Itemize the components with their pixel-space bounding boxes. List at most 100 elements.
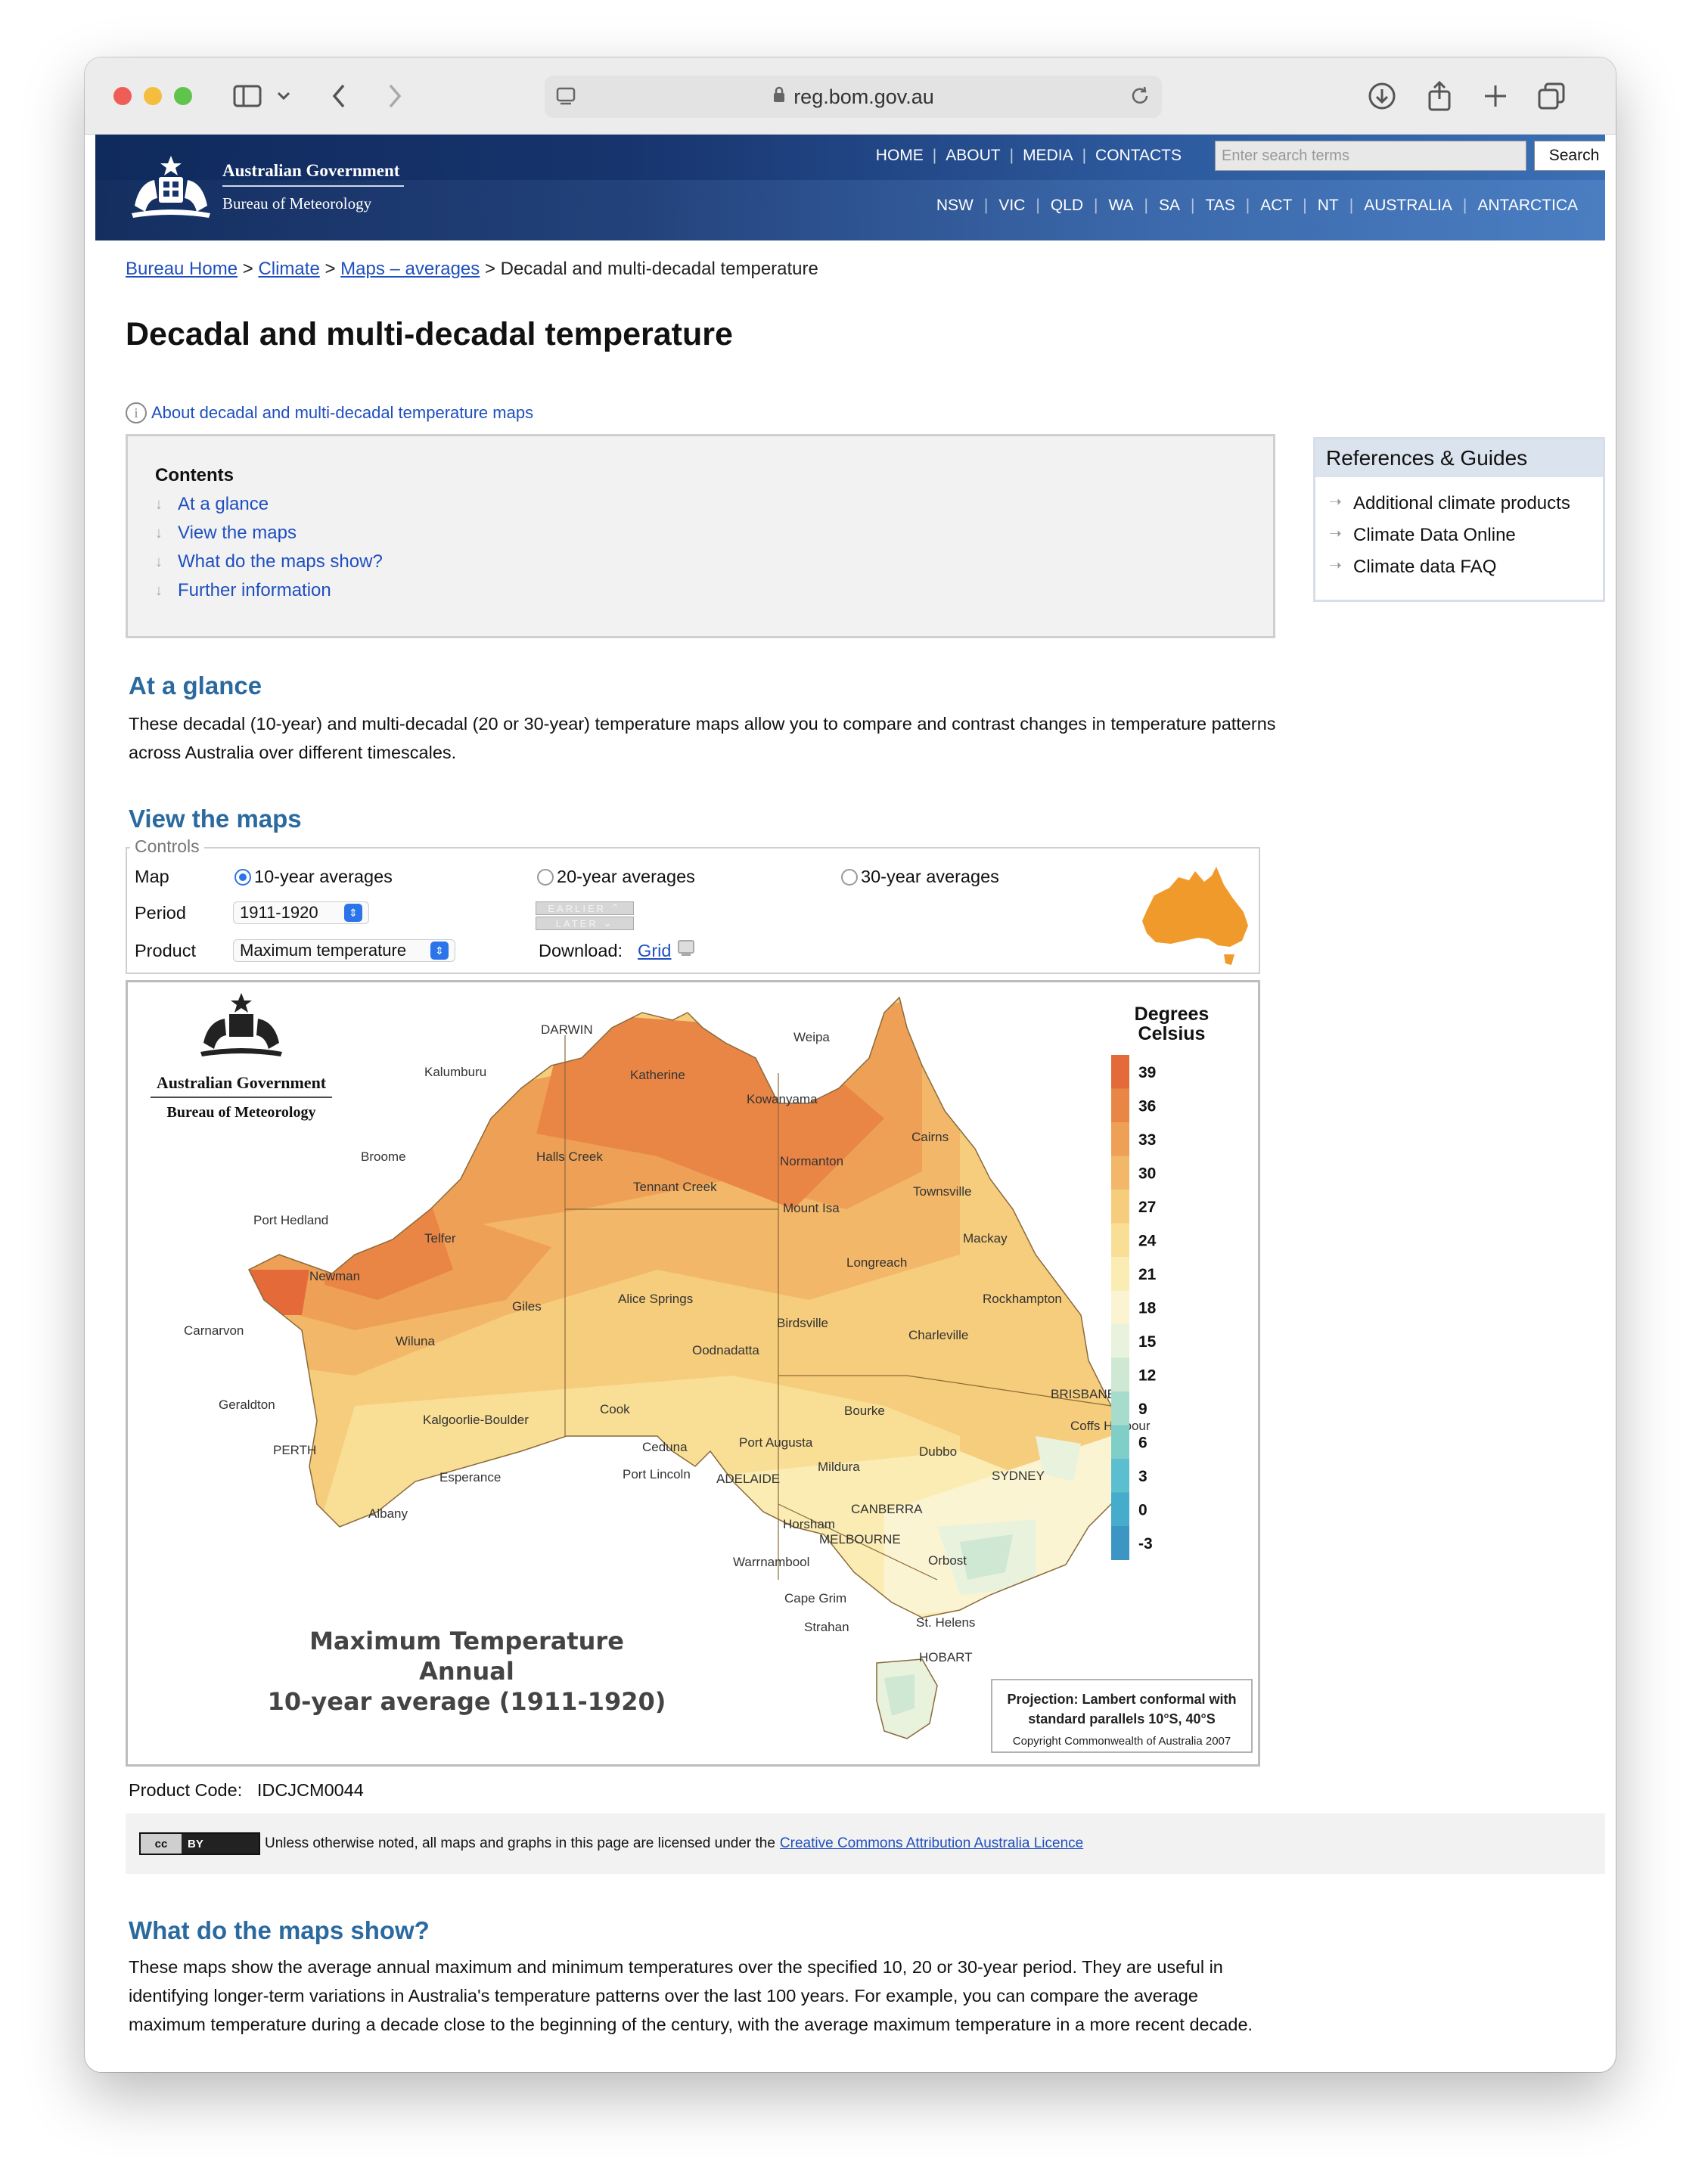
state-nav: NSW | VIC | QLD | WA | SA | TAS | ACT | NT | AUS… [936, 197, 1578, 215]
earlier-button[interactable]: EARLIER ⌃ [536, 901, 634, 915]
download-icon[interactable] [1363, 77, 1401, 115]
legend-value: 12 [1138, 1367, 1156, 1385]
place-label: Port Hedland [253, 1213, 328, 1227]
place-label: Port Lincoln [623, 1467, 691, 1481]
breadcrumb-maps-averages[interactable]: Maps – averages [340, 259, 480, 279]
forward-icon[interactable] [380, 77, 410, 115]
nav-act[interactable]: ACT [1260, 197, 1292, 215]
reload-icon[interactable] [1129, 85, 1151, 113]
place-label: Kalgoorlie-Boulder [423, 1413, 529, 1427]
ref-additional-products[interactable]: ➝ Additional climate products [1315, 488, 1603, 520]
zoom-window-button[interactable] [174, 87, 192, 105]
place-label: Rockhampton [983, 1292, 1062, 1306]
chevron-down-icon[interactable] [272, 77, 295, 115]
map-title-1: Maximum Temperature [309, 1627, 624, 1655]
projection-line-2: standard parallels 10°S, 40°S [1028, 1711, 1216, 1726]
product-select[interactable]: Maximum temperature ⇕ [233, 939, 455, 962]
legend-swatch [1111, 1190, 1129, 1224]
place-label: Warrnambool [733, 1555, 809, 1569]
place-label: Broome [361, 1149, 406, 1164]
contents-box: Contents ↓ At a glance ↓ View the maps ↓ Wh… [126, 434, 1275, 638]
about-maps-link[interactable]: i About decadal and multi-decadal temper… [126, 402, 533, 423]
page-menu-icon[interactable] [555, 86, 576, 113]
sidebar-icon[interactable] [228, 77, 266, 115]
nav-contacts[interactable]: CONTACTS [1095, 147, 1182, 165]
browser-toolbar: reg.bom.gov.au [85, 57, 1616, 135]
place-label: DARWIN [541, 1022, 593, 1037]
nav-vic[interactable]: VIC [998, 197, 1025, 215]
browser-window: reg.bom.gov.au Australian Government Bur… [85, 57, 1616, 2072]
nav-media[interactable]: MEDIA [1023, 147, 1073, 165]
radio-20-year[interactable] [537, 868, 554, 886]
nav-australia[interactable]: AUSTRALIA [1364, 197, 1452, 215]
radio-30-year-label[interactable]: 30-year averages [861, 867, 999, 887]
place-label: ADELAIDE [716, 1472, 780, 1486]
address-bar[interactable]: reg.bom.gov.au [545, 76, 1162, 118]
radio-20-year-label[interactable]: 20-year averages [557, 867, 841, 887]
contents-title: Contents [155, 465, 234, 486]
bom-logo[interactable]: Australian Government Bureau of Meteorol… [126, 153, 404, 221]
later-button[interactable]: LATER ⌄ [536, 917, 634, 930]
product-code: Product Code: IDCJCM0044 [129, 1780, 364, 1801]
breadcrumb-bureau-home[interactable]: Bureau Home [126, 259, 238, 279]
place-label: Katherine [630, 1068, 685, 1082]
nav-qld[interactable]: QLD [1051, 197, 1083, 215]
minimize-window-button[interactable] [144, 87, 162, 105]
gov-name: Australian Government [222, 160, 400, 180]
place-label: Dubbo [919, 1444, 957, 1459]
legend-value: 30 [1138, 1165, 1156, 1183]
contents-item-at-a-glance[interactable]: ↓ At a glance [155, 494, 1246, 515]
close-window-button[interactable] [113, 87, 132, 105]
legend-swatch [1111, 1324, 1129, 1358]
place-label: Longreach [846, 1255, 907, 1270]
nav-home[interactable]: HOME [876, 147, 924, 165]
nav-tas[interactable]: TAS [1206, 197, 1235, 215]
place-label: Orbost [928, 1553, 967, 1568]
place-label: Geraldton [219, 1398, 275, 1412]
nav-antarctica[interactable]: ANTARCTICA [1477, 197, 1578, 215]
nav-sa[interactable]: SA [1159, 197, 1180, 215]
color-legend: 393633302724211815129630-3 [1111, 1055, 1157, 1560]
contents-item-further-info[interactable]: ↓ Further information [155, 580, 1246, 601]
nav-nt[interactable]: NT [1318, 197, 1339, 215]
place-label: Kalumburu [424, 1065, 486, 1079]
product-code-value: IDCJCM0044 [256, 1780, 364, 1800]
back-icon[interactable] [324, 77, 354, 115]
contents-item-what-maps-show[interactable]: ↓ What do the maps show? [155, 551, 1246, 572]
radio-10-year[interactable] [234, 868, 251, 886]
breadcrumb-climate[interactable]: Climate [258, 259, 319, 279]
legend-value: 0 [1138, 1502, 1147, 1519]
nav-about[interactable]: ABOUT [946, 147, 1000, 165]
ref-climate-data-faq[interactable]: ➝ Climate data FAQ [1315, 551, 1603, 583]
nav-wa[interactable]: WA [1108, 197, 1133, 215]
radio-30-year[interactable] [841, 868, 858, 886]
legend-value: 9 [1138, 1401, 1147, 1418]
tab-overview-icon[interactable] [1533, 77, 1570, 115]
place-label: Bourke [844, 1404, 885, 1418]
share-icon[interactable] [1421, 77, 1458, 115]
contents-item-label: Further information [178, 580, 331, 600]
licence-link[interactable]: Creative Commons Attribution Australia L… [780, 1835, 1083, 1852]
place-label: Kowanyama [747, 1092, 818, 1106]
lock-icon [772, 86, 786, 107]
nav-nsw[interactable]: NSW [936, 197, 974, 215]
ref-climate-data-online[interactable]: ➝ Climate Data Online [1315, 520, 1603, 551]
australia-thumbnail-icon[interactable] [1139, 865, 1253, 971]
download-disk-icon[interactable] [677, 939, 697, 962]
grid-download-link[interactable]: Grid [638, 941, 671, 961]
cc-by-badge[interactable]: cc BY [139, 1832, 260, 1855]
search-input[interactable]: Enter search terms [1215, 141, 1526, 171]
licence-text: Unless otherwise noted, all maps and gra… [265, 1835, 775, 1851]
breadcrumb-separator: > [242, 259, 253, 279]
period-step-buttons: EARLIER ⌃ LATER ⌄ [536, 901, 634, 930]
radio-10-year-label[interactable]: 10-year averages [254, 867, 537, 887]
new-tab-icon[interactable] [1477, 77, 1514, 115]
contents-item-view-maps[interactable]: ↓ View the maps [155, 523, 1246, 544]
search-button[interactable]: Search [1534, 141, 1605, 171]
select-chevron-icon: ⇕ [430, 942, 449, 960]
ref-label: Additional climate products [1353, 493, 1570, 513]
place-label: Mackay [963, 1231, 1008, 1246]
breadcrumb-current: Decadal and multi-decadal temperature [500, 259, 818, 279]
map-gov-name: Australian Government [157, 1073, 327, 1092]
period-select[interactable]: 1911-1920 ⇕ [233, 901, 369, 924]
